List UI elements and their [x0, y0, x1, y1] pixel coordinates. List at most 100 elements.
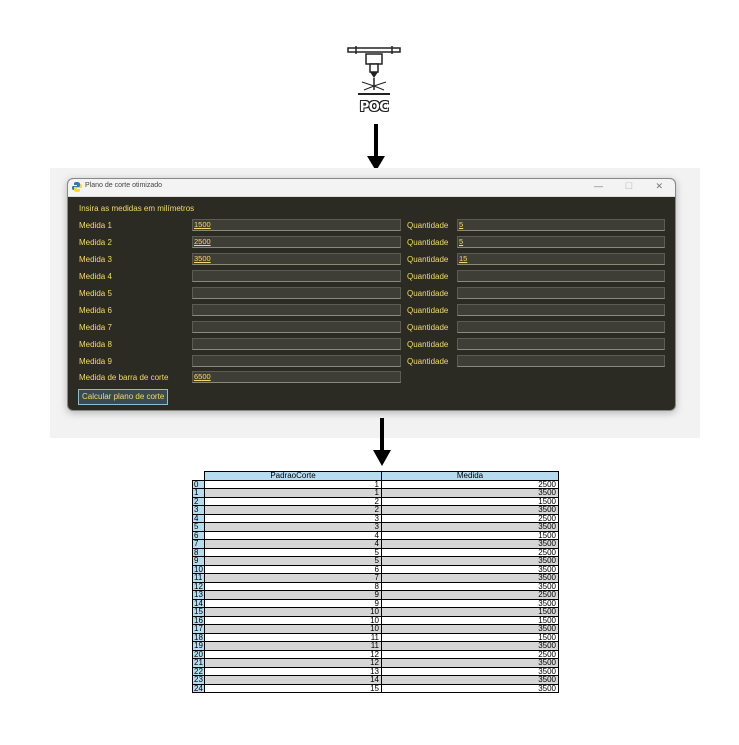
padrao-corte-cell: 1 — [204, 488, 382, 498]
padrao-corte-cell: 5 — [204, 547, 382, 557]
medida-cell: 2500 — [381, 547, 559, 557]
row-index: 3 — [192, 505, 205, 515]
padrao-corte-cell: 12 — [204, 649, 382, 659]
quantity-input[interactable] — [457, 338, 665, 350]
quantity-input[interactable] — [457, 287, 665, 299]
measure-label: Medida 2 — [79, 238, 112, 247]
table-row: 23 14 3500 — [192, 675, 559, 685]
row-index: 9 — [192, 556, 205, 566]
measure-input[interactable]: 2500 — [192, 236, 401, 248]
padrao-corte-cell: 3 — [204, 513, 382, 523]
medida-cell: 3500 — [381, 581, 559, 591]
quantity-input[interactable] — [457, 321, 665, 333]
medida-cell: 3500 — [381, 641, 559, 651]
row-index: 13 — [192, 590, 205, 600]
measure-label: Medida 6 — [79, 306, 112, 315]
padrao-corte-cell: 8 — [204, 581, 382, 591]
arrow-down-icon — [367, 124, 385, 171]
maximize-button[interactable]: ☐ — [625, 181, 633, 192]
table-row: 9 5 3500 — [192, 556, 559, 566]
medida-cell: 3500 — [381, 675, 559, 685]
index-header — [192, 471, 205, 481]
padrao-corte-cell: 2 — [204, 505, 382, 515]
form-header: Insira as medidas em milímetros — [79, 204, 195, 213]
quantity-label: Quantidade — [407, 221, 449, 230]
logo-text: POC — [359, 100, 389, 115]
measure-input[interactable]: 1500 — [192, 219, 401, 231]
padrao-corte-cell: 7 — [204, 573, 382, 583]
bar-length-label: Medida de barra de corte — [79, 373, 169, 382]
close-button[interactable]: ✕ — [655, 181, 663, 192]
measure-input[interactable] — [192, 270, 401, 282]
medida-cell: 2500 — [381, 590, 559, 600]
measure-label: Medida 5 — [79, 289, 112, 298]
minimize-button[interactable]: — — [594, 181, 603, 191]
column-header: PadraoCorte — [204, 471, 382, 481]
table-row: 1 1 3500 — [192, 488, 559, 498]
medida-cell: 1500 — [381, 607, 559, 617]
medida-cell: 2500 — [381, 479, 559, 489]
medida-cell: 1500 — [381, 632, 559, 642]
quantity-input[interactable]: 5 — [457, 219, 665, 231]
quantity-label: Quantidade — [407, 306, 449, 315]
medida-cell: 3500 — [381, 522, 559, 532]
medida-cell: 2500 — [381, 649, 559, 659]
quantity-input[interactable]: 15 — [457, 253, 665, 265]
measure-input[interactable] — [192, 304, 401, 316]
medida-cell: 3500 — [381, 505, 559, 515]
row-index: 7 — [192, 539, 205, 549]
quantity-label: Quantidade — [407, 357, 449, 366]
measure-label: Medida 4 — [79, 272, 112, 281]
row-index: 21 — [192, 658, 205, 668]
measure-input[interactable]: 3500 — [192, 253, 401, 265]
padrao-corte-cell: 10 — [204, 607, 382, 617]
padrao-corte-cell: 11 — [204, 641, 382, 651]
medida-cell: 3500 — [381, 488, 559, 498]
quantity-label: Quantidade — [407, 238, 449, 247]
python-icon — [72, 182, 82, 192]
medida-cell: 1500 — [381, 530, 559, 540]
quantity-input[interactable]: 5 — [457, 236, 665, 248]
table-row: 15 10 1500 — [192, 607, 559, 617]
arrow-down-icon — [373, 418, 391, 466]
table-row: 13 9 2500 — [192, 590, 559, 600]
bar-length-input[interactable]: 6500 — [192, 371, 401, 383]
row-index: 5 — [192, 522, 205, 532]
padrao-corte-cell: 9 — [204, 590, 382, 600]
table-row: 19 11 3500 — [192, 641, 559, 651]
measure-label: Medida 1 — [79, 221, 112, 230]
padrao-corte-cell: 14 — [204, 675, 382, 685]
row-index: 11 — [192, 573, 205, 583]
table-row: 17 10 3500 — [192, 624, 559, 634]
padrao-corte-cell: 10 — [204, 624, 382, 634]
row-index: 23 — [192, 675, 205, 685]
measure-input[interactable] — [192, 287, 401, 299]
quantity-label: Quantidade — [407, 340, 449, 349]
row-index: 24 — [192, 683, 205, 693]
padrao-corte-cell: 11 — [204, 632, 382, 642]
quantity-input[interactable] — [457, 270, 665, 282]
padrao-corte-cell: 2 — [204, 496, 382, 506]
table-row: 24 15 3500 — [192, 683, 559, 693]
medida-cell: 3500 — [381, 539, 559, 549]
quantity-input[interactable] — [457, 304, 665, 316]
quantity-label: Quantidade — [407, 323, 449, 332]
medida-cell: 3500 — [381, 683, 559, 693]
measure-input[interactable] — [192, 321, 401, 333]
medida-cell: 3500 — [381, 598, 559, 608]
medida-cell: 1500 — [381, 496, 559, 506]
measure-label: Medida 3 — [79, 255, 112, 264]
medida-cell: 3500 — [381, 658, 559, 668]
medida-cell: 1500 — [381, 615, 559, 625]
laser-cutter-icon — [347, 46, 401, 95]
measure-input[interactable] — [192, 338, 401, 350]
calculate-button[interactable]: Calcular plano de corte — [78, 389, 169, 405]
table-row: 3 2 3500 — [192, 505, 559, 515]
measure-label: Medida 7 — [79, 323, 112, 332]
medida-cell: 2500 — [381, 513, 559, 523]
measure-input[interactable] — [192, 355, 401, 367]
row-index: 17 — [192, 624, 205, 634]
table-row: 7 4 3500 — [192, 539, 559, 549]
quantity-label: Quantidade — [407, 255, 449, 264]
quantity-input[interactable] — [457, 355, 665, 367]
